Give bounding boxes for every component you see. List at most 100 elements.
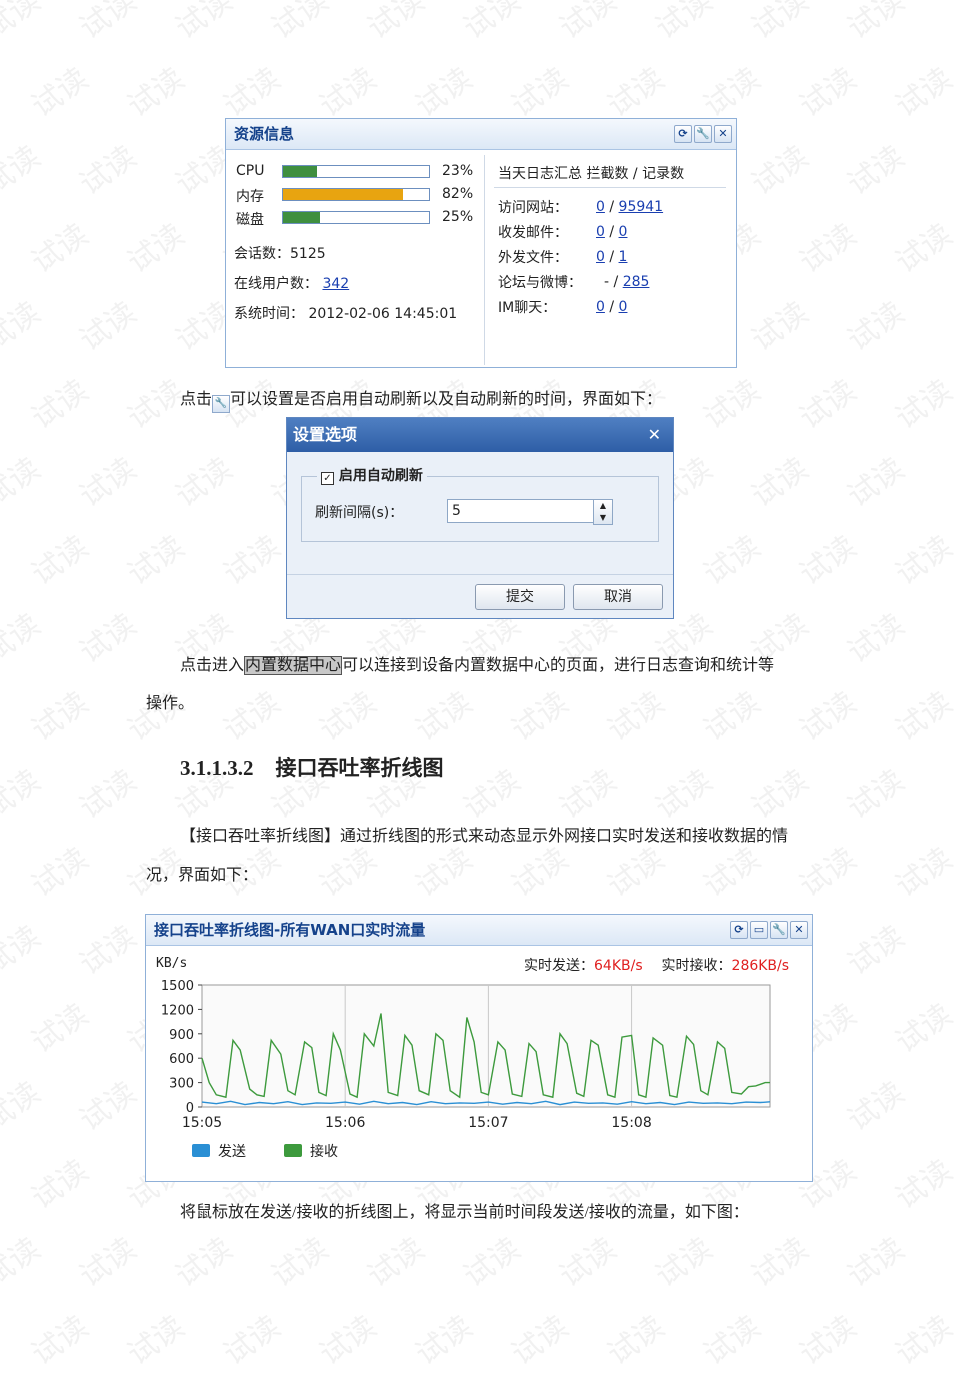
log-row-label: 收发邮件： bbox=[498, 225, 568, 241]
watermark-text: 试读 bbox=[25, 997, 95, 1061]
para2-after: 可以连接到设备内置数据中心的页面，进行日志查询和统计等 bbox=[342, 657, 775, 674]
settings-dialog: 设置选项 ✕ ✓ 启用自动刷新 刷新间隔(s)： 5 ▲ ▼ 提交 取消 bbox=[286, 417, 674, 619]
blocked-count[interactable]: 0 bbox=[596, 249, 605, 265]
watermark-text: 试读 bbox=[793, 217, 863, 281]
record-count[interactable]: 285 bbox=[623, 274, 650, 290]
online-users-link[interactable]: 342 bbox=[322, 276, 349, 292]
watermark-text: 试读 bbox=[601, 61, 671, 125]
watermark-text: 试读 bbox=[697, 529, 767, 593]
separator: / bbox=[604, 199, 619, 215]
blocked-count[interactable]: 0 bbox=[596, 224, 605, 240]
disk-value: 25% bbox=[442, 209, 474, 225]
watermark-text: 试读 bbox=[121, 217, 191, 281]
watermark-text: 试读 bbox=[697, 685, 767, 749]
interval-stepper[interactable]: ▲ ▼ bbox=[593, 499, 613, 525]
watermark-text: 试读 bbox=[697, 61, 767, 125]
watermark-text: 试读 bbox=[457, 0, 527, 47]
watermark-text: 试读 bbox=[361, 1231, 431, 1295]
throughput-chart[interactable]: KB/s 1500 1200 900 600 300 015:05 15:06 15:07 15:… bbox=[146, 949, 812, 1179]
watermark-text: 试读 bbox=[553, 1231, 623, 1295]
watermark-text: 试读 bbox=[889, 373, 959, 437]
watermark-text: 试读 bbox=[457, 1231, 527, 1295]
watermark-text: 试读 bbox=[409, 685, 479, 749]
watermark-text: 试读 bbox=[217, 1309, 287, 1373]
watermark-text: 试读 bbox=[73, 919, 143, 983]
wrench-icon[interactable]: 🔧 bbox=[770, 921, 788, 939]
paragraph-datacenter: 点击进入内置数据中心可以连接到设备内置数据中心的页面，进行日志查询和统计等 bbox=[180, 651, 774, 675]
watermark-text: 试读 bbox=[697, 373, 767, 437]
online-users: 在线用户数： 342 bbox=[234, 273, 349, 293]
record-count[interactable]: 0 bbox=[619, 224, 628, 240]
watermark-text: 试读 bbox=[0, 919, 47, 983]
heading-text: 接口吞吐率折线图 bbox=[275, 756, 444, 780]
header-divider bbox=[494, 187, 726, 188]
refresh-icon[interactable]: ⟳ bbox=[730, 921, 748, 939]
watermark-text: 试读 bbox=[601, 1309, 671, 1373]
submit-button[interactable]: 提交 bbox=[475, 584, 565, 610]
record-count[interactable]: 95941 bbox=[619, 199, 664, 215]
paragraph-datacenter-line2: 操作。 bbox=[146, 695, 195, 712]
cancel-button[interactable]: 取消 bbox=[573, 584, 663, 610]
y-tick-label: 1500 bbox=[161, 979, 194, 994]
auto-refresh-legend: ✓ 启用自动刷新 bbox=[317, 465, 427, 485]
watermark-text: 试读 bbox=[889, 841, 959, 905]
disk-bar bbox=[282, 211, 430, 224]
watermark-text: 试读 bbox=[745, 1231, 815, 1295]
watermark-text: 试读 bbox=[73, 763, 143, 827]
record-count[interactable]: 0 bbox=[619, 299, 628, 315]
watermark-text: 试读 bbox=[889, 1309, 959, 1373]
watermark-text: 试读 bbox=[841, 451, 911, 515]
datacenter-highlight[interactable]: 内置数据中心 bbox=[244, 656, 343, 675]
section-heading: 3.1.1.3.2 接口吞吐率折线图 bbox=[180, 752, 444, 782]
interval-input[interactable]: 5 bbox=[447, 499, 599, 523]
watermark-text: 试读 bbox=[889, 217, 959, 281]
watermark-text: 试读 bbox=[73, 1075, 143, 1139]
watermark-text: 试读 bbox=[0, 763, 47, 827]
chart-panel-title: 接口吞吐率折线图-所有WAN口实时流量 bbox=[154, 921, 426, 939]
column-divider bbox=[484, 155, 485, 365]
resource-panel-title: 资源信息 bbox=[234, 125, 295, 143]
record-count[interactable]: 1 bbox=[619, 249, 628, 265]
session-value: 5125 bbox=[290, 246, 326, 262]
watermark-text: 试读 bbox=[217, 61, 287, 125]
blocked-count[interactable]: 0 bbox=[596, 199, 605, 215]
y-tick-label: 0 bbox=[186, 1101, 194, 1116]
session-label: 会话数： bbox=[234, 246, 290, 262]
para2-before: 点击进入 bbox=[180, 657, 245, 674]
watermark-text: 试读 bbox=[505, 61, 575, 125]
wrench-icon: 🔧 bbox=[212, 395, 231, 413]
watermark-text: 试读 bbox=[793, 61, 863, 125]
watermark-text: 试读 bbox=[793, 685, 863, 749]
watermark-text: 试读 bbox=[841, 607, 911, 671]
watermark-text: 试读 bbox=[73, 451, 143, 515]
y-tick-label: 600 bbox=[169, 1052, 194, 1067]
watermark-text: 试读 bbox=[745, 139, 815, 203]
watermark-text: 试读 bbox=[73, 1231, 143, 1295]
watermark-text: 试读 bbox=[889, 1153, 959, 1217]
watermark-text: 试读 bbox=[505, 1309, 575, 1373]
close-icon[interactable]: ✕ bbox=[648, 418, 661, 452]
dialog-titlebar: 设置选项 ✕ bbox=[287, 418, 673, 452]
log-row-value: 0 / 0 bbox=[596, 299, 627, 315]
close-icon[interactable]: ✕ bbox=[790, 921, 808, 939]
heading-number: 3.1.1.3.2 bbox=[180, 756, 254, 780]
log-row-label: 访问网站： bbox=[498, 200, 568, 216]
watermark-text: 试读 bbox=[601, 685, 671, 749]
log-row-value: - / 285 bbox=[604, 274, 649, 290]
window-icon[interactable]: ▭ bbox=[750, 921, 768, 939]
watermark-text: 试读 bbox=[313, 685, 383, 749]
blocked-count[interactable]: 0 bbox=[596, 299, 605, 315]
log-row-label: 论坛与微博： bbox=[498, 275, 582, 291]
watermark-text: 试读 bbox=[169, 1231, 239, 1295]
x-tick-label: 15:08 bbox=[611, 1115, 651, 1131]
watermark-text: 试读 bbox=[649, 763, 719, 827]
watermark-text: 试读 bbox=[361, 0, 431, 47]
refresh-icon[interactable]: ⟳ bbox=[674, 125, 692, 143]
resource-info-panel: 资源信息 ⟳ 🔧 ✕ CPU 23% 内存 82% 磁盘 25% 会话数：512… bbox=[225, 118, 737, 368]
wrench-icon[interactable]: 🔧 bbox=[694, 125, 712, 143]
auto-refresh-checkbox[interactable]: ✓ bbox=[321, 472, 334, 485]
close-icon[interactable]: ✕ bbox=[714, 125, 732, 143]
disk-label: 磁盘 bbox=[236, 212, 264, 228]
watermark-text: 试读 bbox=[409, 61, 479, 125]
y-axis-label: KB/s bbox=[156, 956, 187, 971]
